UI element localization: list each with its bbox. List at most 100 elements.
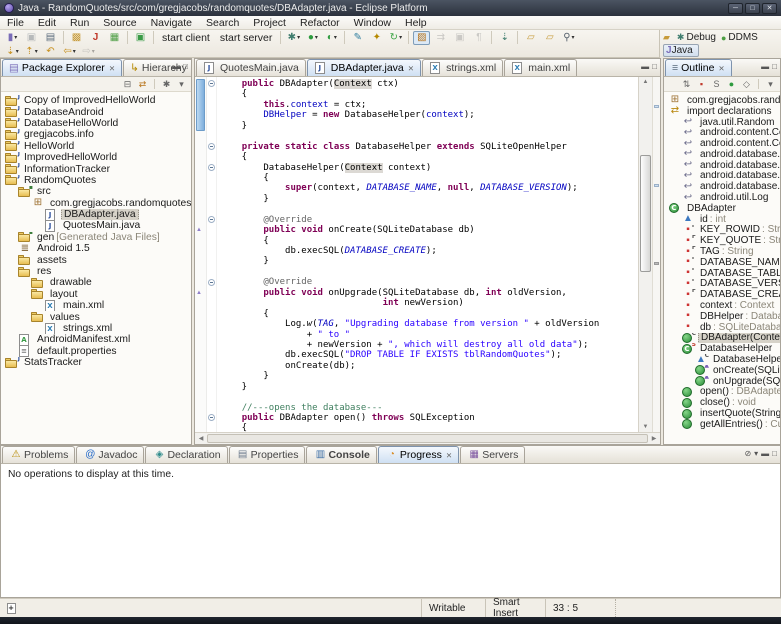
close-icon[interactable]: ✕ bbox=[446, 451, 452, 460]
debug-button[interactable]: ✱▾ bbox=[285, 31, 302, 45]
outline-item-context[interactable]: ▪context : Context bbox=[664, 300, 780, 311]
tree-item-strings-xml[interactable]: Xstrings.xml bbox=[1, 323, 191, 334]
hide-fields-button[interactable]: ▪ bbox=[695, 78, 708, 90]
editor-vertical-scrollbar[interactable]: ▲ ▼ bbox=[638, 77, 652, 432]
search-button[interactable]: ⚲▾ bbox=[560, 31, 577, 45]
save-button[interactable]: ▣ bbox=[23, 31, 40, 45]
outline-item-com-gregjacobs-randomquotes[interactable]: ⊞com.gregjacobs.randomquotes bbox=[664, 95, 780, 106]
show-paragraph-button[interactable]: ¶ bbox=[470, 31, 487, 45]
code-area[interactable]: public DBAdapter(Context ctx) { this.con… bbox=[217, 77, 638, 432]
menu-file[interactable]: File bbox=[0, 16, 31, 29]
folding-column[interactable] bbox=[207, 77, 217, 432]
last-edit-location-button[interactable]: ↶ bbox=[42, 45, 59, 59]
hscroll-thumb[interactable] bbox=[207, 434, 648, 443]
outline-item-android-database-cursor[interactable]: ↩android.database.Cursor bbox=[664, 149, 780, 160]
scroll-left-icon[interactable]: ◀ bbox=[195, 433, 207, 444]
maximize-window-button[interactable]: □ bbox=[745, 3, 760, 14]
minimize-window-button[interactable]: ─ bbox=[728, 3, 743, 14]
new-java-class-button[interactable]: ✎ bbox=[349, 31, 366, 45]
outline-item-android-content-context[interactable]: ↩android.content.Context bbox=[664, 138, 780, 149]
outline-item-databasehelper-context[interactable]: ▲CDatabaseHelper(Context) bbox=[664, 354, 780, 365]
hide-non-public-button[interactable]: ● bbox=[725, 78, 738, 90]
outline-item-android-util-log[interactable]: ↩android.util.Log bbox=[664, 192, 780, 203]
collapse-icon[interactable] bbox=[208, 216, 215, 223]
tree-item-assets[interactable]: assets bbox=[1, 254, 191, 265]
tab-package-explorer[interactable]: ▤ Package Explorer ✕ bbox=[2, 59, 122, 76]
outline-item-dbhelper[interactable]: ▪DBHelper : DatabaseHelper bbox=[664, 311, 780, 322]
tree-item-quotesmain-java[interactable]: JQuotesMain.java bbox=[1, 220, 191, 231]
junit-button[interactable]: J bbox=[87, 31, 104, 45]
collapse-icon[interactable] bbox=[208, 414, 215, 421]
tab-servers[interactable]: ▦Servers bbox=[460, 446, 525, 463]
close-icon[interactable]: ✕ bbox=[109, 64, 115, 73]
scroll-right-icon[interactable]: ▶ bbox=[648, 433, 660, 444]
minimize-editor-icon[interactable]: ▬ bbox=[641, 62, 649, 71]
block-selection-button[interactable]: ▣ bbox=[451, 31, 468, 45]
tree-item-androidmanifest-xml[interactable]: AAndroidManifest.xml bbox=[1, 334, 191, 345]
tree-item-main-xml[interactable]: Xmain.xml bbox=[1, 300, 191, 311]
android-sdk-manager-button[interactable]: ▦ bbox=[106, 31, 123, 45]
collapse-icon[interactable] bbox=[208, 164, 215, 171]
outline-item-getallentries[interactable]: getAllEntries() : Cursor bbox=[664, 419, 780, 430]
android-install-button[interactable]: ▣ bbox=[132, 31, 149, 45]
outline-item-key-quote[interactable]: ▪FKEY_QUOTE : String bbox=[664, 235, 780, 246]
outline-item-id[interactable]: ▲id : int bbox=[664, 214, 780, 225]
scroll-up-icon[interactable]: ▲ bbox=[639, 77, 652, 87]
minimize-view-icon[interactable]: ▬ bbox=[761, 449, 769, 458]
outline-item-close[interactable]: close() : void bbox=[664, 397, 780, 408]
tree-item-improvedhelloworld[interactable]: JImprovedHelloWorld bbox=[1, 152, 191, 163]
tab-properties[interactable]: ▤Properties bbox=[229, 446, 306, 463]
outline-item-android-database-sqlite-sqliteopenhelper[interactable]: ↩android.database.sqlite.SQLiteOpenHelpe… bbox=[664, 181, 780, 192]
new-wizard-button[interactable]: ▮▾ bbox=[4, 31, 21, 45]
show-whitespace-button[interactable]: ⇉ bbox=[432, 31, 449, 45]
tab-javadoc[interactable]: @Javadoc bbox=[76, 446, 144, 463]
close-icon[interactable]: ✕ bbox=[408, 64, 414, 73]
overview-ruler[interactable] bbox=[652, 77, 660, 432]
debug-perspective-button[interactable]: ✱Debug bbox=[677, 32, 716, 43]
menu-project[interactable]: Project bbox=[246, 16, 293, 29]
open-type-button[interactable]: ▱ bbox=[522, 31, 539, 45]
hide-static-button[interactable]: S bbox=[710, 78, 723, 90]
menu-window[interactable]: Window bbox=[347, 16, 398, 29]
mark-occurrences-toggle[interactable]: ▨ bbox=[413, 31, 430, 45]
outline-item-databasehelper[interactable]: CSDatabaseHelper bbox=[664, 343, 780, 354]
tree-item-randomquotes[interactable]: JRandomQuotes bbox=[1, 175, 191, 186]
outline-item-android-database-sqlite-sqlitedatabase[interactable]: ↩android.database.sqlite.SQLiteDatabase bbox=[664, 171, 780, 182]
view-menu-icon[interactable]: ▾ bbox=[754, 449, 758, 458]
view-menu-icon[interactable]: ▾ bbox=[175, 78, 188, 90]
tree-item-databasehelloworld[interactable]: JDatabaseHelloWorld bbox=[1, 118, 191, 129]
editor-tab-main-xml[interactable]: Xmain.xml bbox=[504, 59, 577, 76]
tree-item-dbadapter-java[interactable]: JDBAdapter.java bbox=[1, 209, 191, 220]
collapse-all-button[interactable]: ⊟ bbox=[121, 78, 134, 90]
outline-item-key-rowid[interactable]: ▪FKEY_ROWID : String bbox=[664, 225, 780, 236]
outline-item-oncreate-sqlitedatabase[interactable]: ▲onCreate(SQLiteDatabase) bbox=[664, 365, 780, 376]
collapse-icon[interactable] bbox=[208, 143, 215, 150]
menu-help[interactable]: Help bbox=[398, 16, 434, 29]
close-window-button[interactable]: ✕ bbox=[762, 3, 777, 14]
outline-item-open[interactable]: open() : DBAdapter bbox=[664, 387, 780, 398]
outline-item-tag[interactable]: ▪FTAG : String bbox=[664, 246, 780, 257]
tree-item-res[interactable]: res bbox=[1, 266, 191, 277]
editor-tab-dbadapter-java[interactable]: JDBAdapter.java✕ bbox=[307, 59, 421, 76]
vscroll-thumb[interactable] bbox=[640, 155, 651, 272]
outline-item-database-create[interactable]: ▪FDATABASE_CREATE : String bbox=[664, 289, 780, 300]
external-tools-button[interactable]: ◐▾ bbox=[323, 31, 340, 45]
tree-item-src[interactable]: ▪src bbox=[1, 186, 191, 197]
maximize-view-icon[interactable]: □ bbox=[772, 449, 777, 458]
tree-item-copy-of-improvedhelloworld[interactable]: JCopy of ImprovedHelloWorld bbox=[1, 95, 191, 106]
maximize-view-icon[interactable]: □ bbox=[183, 62, 188, 71]
scroll-down-icon[interactable]: ▼ bbox=[639, 422, 652, 432]
start-client-button[interactable]: start client bbox=[157, 32, 215, 44]
next-annotation-button[interactable]: ⇣▾ bbox=[4, 45, 21, 59]
annotation-ruler[interactable]: ▲▲ bbox=[195, 77, 207, 432]
sort-button[interactable]: ⇅ bbox=[680, 78, 693, 90]
collapse-icon[interactable] bbox=[208, 80, 215, 87]
outline-item-dbadapter-context[interactable]: CDBAdapter(Context) bbox=[664, 333, 780, 344]
menu-run[interactable]: Run bbox=[63, 16, 96, 29]
hide-local-types-button[interactable]: ◇ bbox=[740, 78, 753, 90]
menu-source[interactable]: Source bbox=[96, 16, 143, 29]
tab-declaration[interactable]: ◈Declaration bbox=[145, 446, 227, 463]
outline-item-insertquote-string[interactable]: insertQuote(String) bbox=[664, 408, 780, 419]
view-menu-icon[interactable]: ▾ bbox=[764, 78, 777, 90]
cancel-operation-icon[interactable]: ⊘ bbox=[744, 449, 751, 458]
